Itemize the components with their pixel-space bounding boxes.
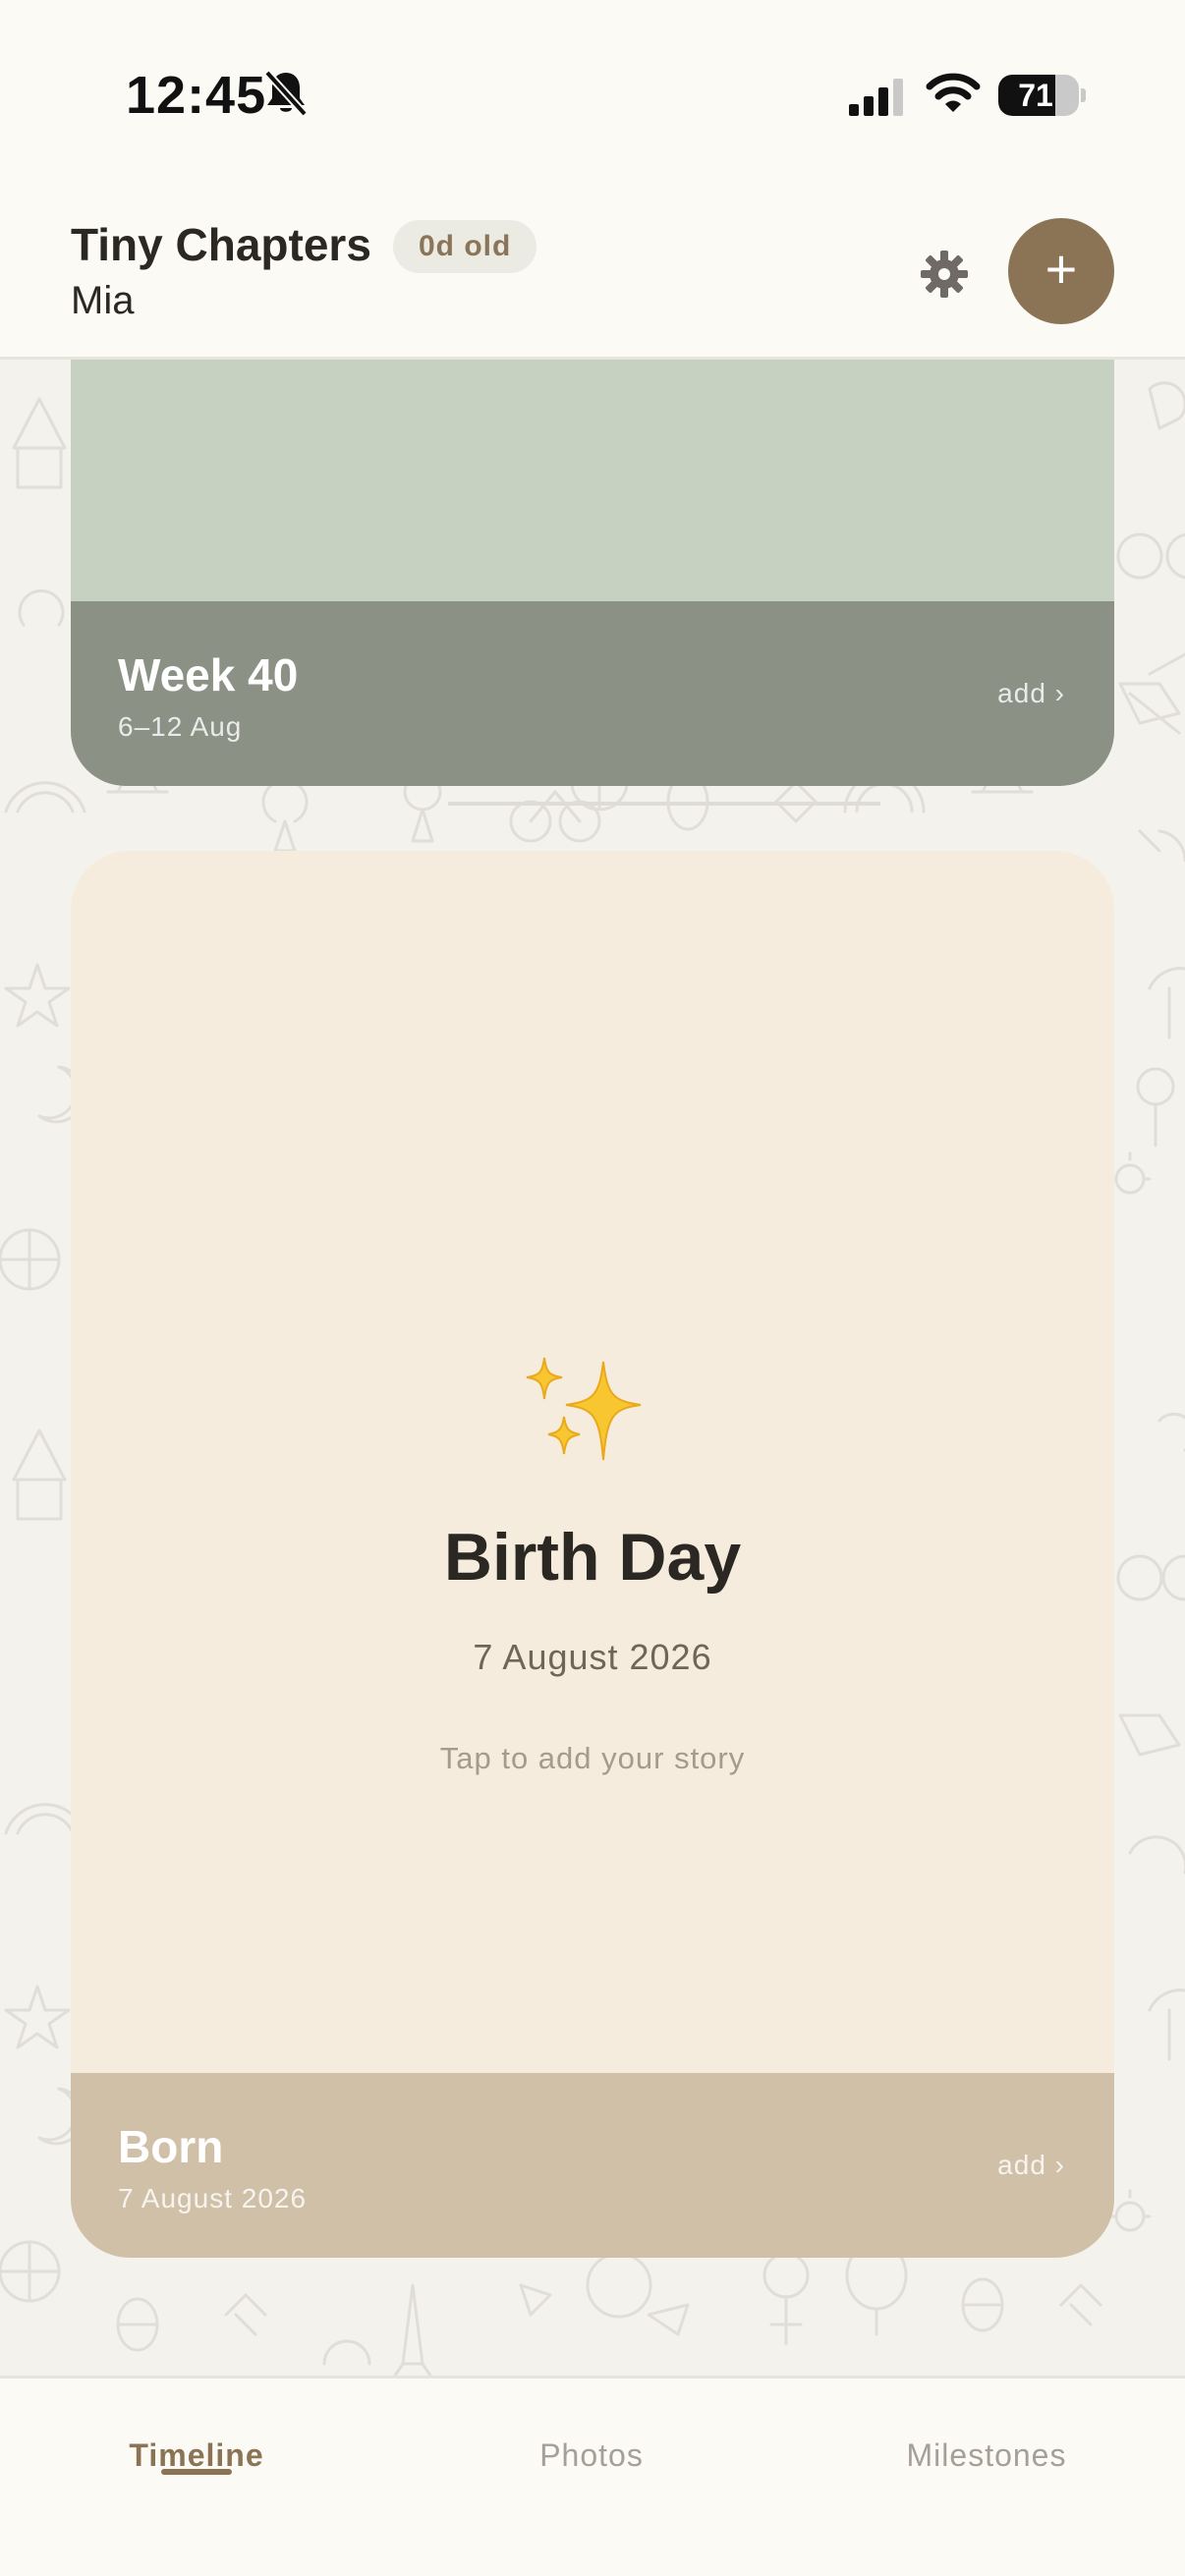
birth-card-footer: Born 7 August 2026 add › (71, 2073, 1114, 2258)
birth-day-title: Birth Day (443, 1520, 742, 1595)
week-card[interactable]: Week 40 6–12 Aug add › (71, 360, 1114, 786)
bell-slash-icon (264, 70, 308, 117)
week-title: Week 40 (118, 649, 299, 700)
active-tab-indicator (161, 2469, 232, 2475)
battery-icon: 71 (998, 75, 1079, 116)
timeline-scroll[interactable]: Week 40 6–12 Aug add › Birth Day 7 Augus… (0, 360, 1185, 2376)
add-story-hint[interactable]: Tap to add your story (71, 1741, 1114, 1776)
tab-milestones[interactable]: Milestones (839, 2437, 1134, 2474)
sparkles-icon (526, 1357, 642, 1461)
born-title: Born (118, 2121, 224, 2172)
battery-nub (1081, 88, 1086, 102)
add-entry-button[interactable]: + (1008, 218, 1114, 324)
birth-day-card[interactable]: Birth Day 7 August 2026 Tap to add your … (71, 851, 1114, 2258)
birth-date: 7 August 2026 (473, 1637, 712, 1677)
gear-icon[interactable] (918, 248, 971, 301)
status-time: 12:45 (126, 66, 267, 125)
battery-percent: 71 (1018, 78, 1053, 113)
cellular-signal-icon (849, 79, 903, 116)
week-add-link[interactable]: add › (997, 678, 1065, 709)
wifi-icon (926, 73, 981, 112)
app-title: Tiny Chapters (71, 219, 371, 270)
born-add-link[interactable]: add › (997, 2150, 1065, 2181)
born-date: 7 August 2026 (118, 2183, 308, 2213)
bottom-nav: Timeline Photos Milestones (0, 2376, 1185, 2576)
status-bar: 12:45 71 (0, 0, 1185, 196)
app-header: Tiny Chapters 0d old Mia + (0, 196, 1185, 360)
week-date-range: 6–12 Aug (118, 711, 243, 742)
child-name: Mia (71, 279, 135, 322)
tab-photos[interactable]: Photos (444, 2437, 739, 2474)
age-badge: 0d old (393, 220, 537, 273)
week-card-footer: Week 40 6–12 Aug add › (71, 601, 1114, 786)
timeline-connector (448, 802, 880, 806)
